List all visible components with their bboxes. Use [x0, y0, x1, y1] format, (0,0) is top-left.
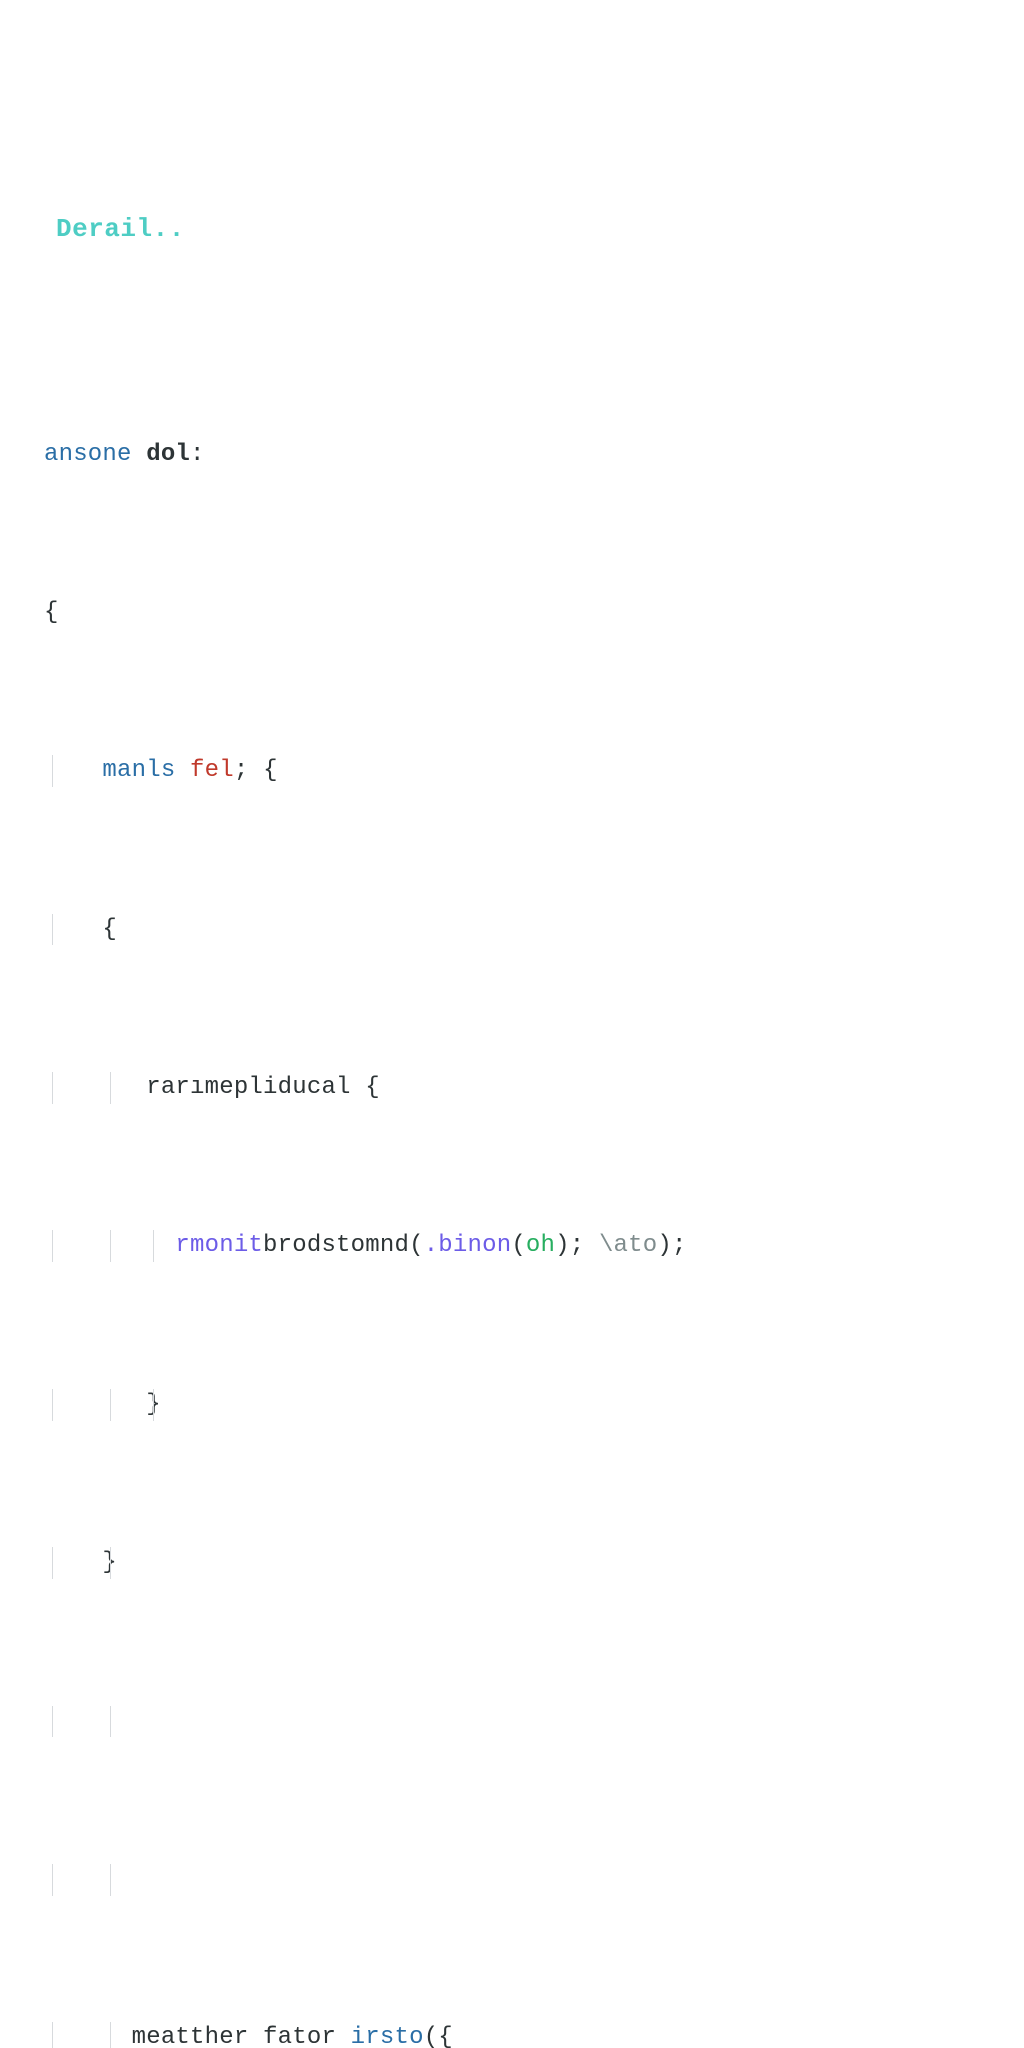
- code-token: ansone: [44, 441, 132, 468]
- code-token: manls: [102, 757, 175, 784]
- indent: [44, 2024, 132, 2048]
- code-token: rmonit: [175, 1232, 263, 1259]
- code-block: ansone dol: { manls fel; { { rarımeplidu…: [44, 312, 687, 2048]
- code-line-blank: [44, 1864, 687, 1896]
- code-token: fel: [175, 757, 233, 784]
- code-token: (: [409, 1232, 424, 1259]
- indent: [44, 1391, 146, 1418]
- code-line: rmonitbrodstomnd(.binon(oh); \ato);: [44, 1230, 687, 1262]
- code-token: );: [657, 1232, 686, 1259]
- indent: [44, 1074, 146, 1101]
- code-line: ansone dol:: [44, 439, 687, 471]
- code-token: irsto: [351, 2024, 424, 2048]
- code-line: meatther fator irsto({: [44, 2022, 687, 2048]
- code-token: {: [102, 916, 117, 943]
- code-token: oh: [526, 1232, 555, 1259]
- code-token: rarımepliducal {: [146, 1074, 380, 1101]
- code-token: {: [44, 599, 59, 626]
- code-token: ; {: [234, 757, 278, 784]
- code-line: manls fel; {: [44, 755, 687, 787]
- section-heading: Derail..: [56, 212, 185, 246]
- code-token: \ato: [599, 1232, 657, 1259]
- code-line-blank: [44, 1706, 687, 1738]
- code-line: }: [44, 1389, 687, 1421]
- code-line: }: [44, 1547, 687, 1579]
- code-token: ({: [424, 2024, 453, 2048]
- code-token: :: [190, 441, 205, 468]
- code-token: (: [511, 1232, 526, 1259]
- code-token: meatther fator: [132, 2024, 351, 2048]
- code-token: dol: [132, 441, 190, 468]
- code-line: {: [44, 597, 687, 629]
- code-token: brodstomnd: [263, 1232, 409, 1259]
- code-line: rarımepliducal {: [44, 1072, 687, 1104]
- code-token: );: [555, 1232, 599, 1259]
- code-token: .binon: [424, 1232, 512, 1259]
- code-line: {: [44, 914, 687, 946]
